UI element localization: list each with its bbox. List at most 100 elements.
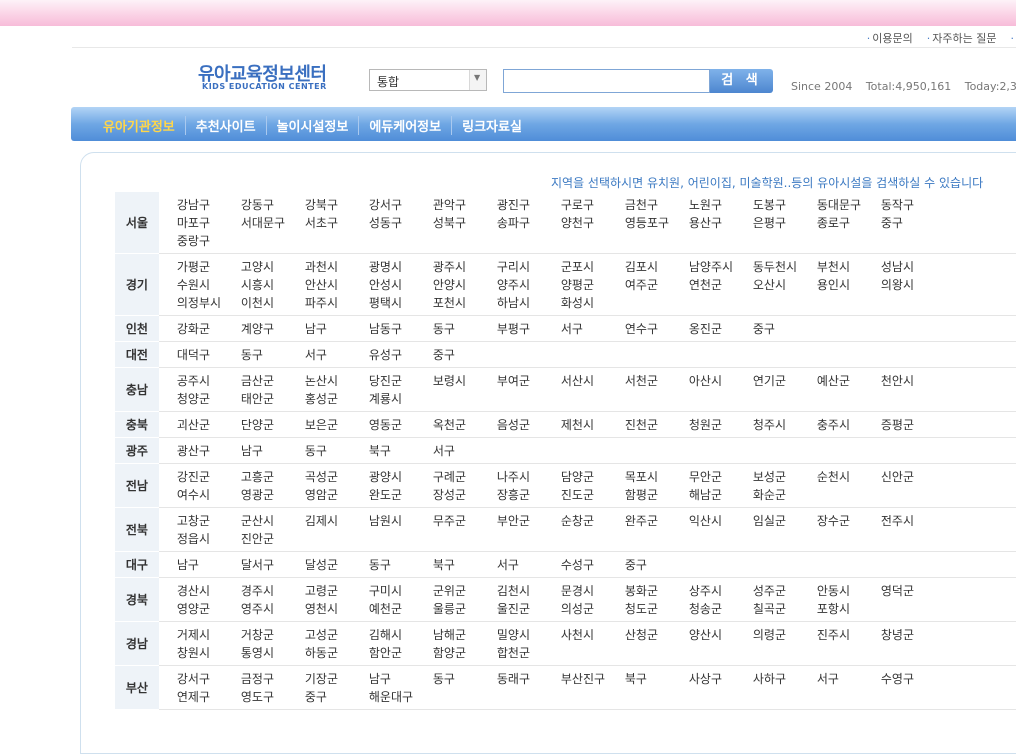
- city-link[interactable]: 예천군: [369, 601, 433, 617]
- city-link[interactable]: 영암군: [305, 487, 369, 503]
- city-link[interactable]: 파주시: [305, 295, 369, 311]
- city-link[interactable]: 양산시: [689, 627, 753, 643]
- city-link[interactable]: 서초구: [305, 215, 369, 231]
- city-link[interactable]: 서구: [817, 671, 881, 687]
- city-link[interactable]: 고흥군: [241, 469, 305, 485]
- city-link[interactable]: 완주군: [625, 513, 689, 529]
- city-link[interactable]: 포천시: [433, 295, 497, 311]
- city-link[interactable]: 동작구: [881, 197, 945, 213]
- nav-item[interactable]: 링크자료실: [451, 116, 532, 135]
- city-link[interactable]: 김천시: [497, 583, 561, 599]
- city-link[interactable]: 북구: [433, 557, 497, 573]
- region-label[interactable]: 인천: [115, 316, 159, 342]
- city-link[interactable]: 순창군: [561, 513, 625, 529]
- city-link[interactable]: 경주시: [241, 583, 305, 599]
- city-link[interactable]: 노원구: [689, 197, 753, 213]
- city-link[interactable]: 울릉군: [433, 601, 497, 617]
- city-link[interactable]: 부천시: [817, 259, 881, 275]
- city-link[interactable]: 중구: [433, 347, 497, 363]
- city-link[interactable]: 부여군: [497, 373, 561, 389]
- city-link[interactable]: 유성구: [369, 347, 433, 363]
- city-link[interactable]: 보성군: [753, 469, 817, 485]
- city-link[interactable]: 영양군: [177, 601, 241, 617]
- city-link[interactable]: 옹진군: [689, 321, 753, 337]
- city-link[interactable]: 사천시: [561, 627, 625, 643]
- city-link[interactable]: 송파구: [497, 215, 561, 231]
- city-link[interactable]: 순천시: [817, 469, 881, 485]
- city-link[interactable]: 남구: [305, 321, 369, 337]
- city-link[interactable]: 음성군: [497, 417, 561, 433]
- city-link[interactable]: 산청군: [625, 627, 689, 643]
- city-link[interactable]: 의성군: [561, 601, 625, 617]
- city-link[interactable]: 남원시: [369, 513, 433, 529]
- city-link[interactable]: 가평군: [177, 259, 241, 275]
- city-link[interactable]: 영천시: [305, 601, 369, 617]
- city-link[interactable]: 신안군: [881, 469, 945, 485]
- city-link[interactable]: 나주시: [497, 469, 561, 485]
- city-link[interactable]: 상주시: [689, 583, 753, 599]
- city-link[interactable]: 강진군: [177, 469, 241, 485]
- city-link[interactable]: 보은군: [305, 417, 369, 433]
- city-link[interactable]: 부산진구: [561, 671, 625, 687]
- city-link[interactable]: 용산구: [689, 215, 753, 231]
- city-link[interactable]: 금정구: [241, 671, 305, 687]
- city-link[interactable]: 장흥군: [497, 487, 561, 503]
- city-link[interactable]: 구리시: [497, 259, 561, 275]
- city-link[interactable]: 영도구: [241, 689, 305, 705]
- city-link[interactable]: 달서구: [241, 557, 305, 573]
- city-link[interactable]: 의왕시: [881, 277, 945, 293]
- city-link[interactable]: 진안군: [241, 531, 305, 547]
- city-link[interactable]: 동구: [433, 321, 497, 337]
- city-link[interactable]: 대덕구: [177, 347, 241, 363]
- region-label[interactable]: 경남: [115, 622, 159, 666]
- city-link[interactable]: 서구: [561, 321, 625, 337]
- city-link[interactable]: 남구: [241, 443, 305, 459]
- city-link[interactable]: 성동구: [369, 215, 433, 231]
- city-link[interactable]: 성주군: [753, 583, 817, 599]
- city-link[interactable]: 연제구: [177, 689, 241, 705]
- city-link[interactable]: 옥천군: [433, 417, 497, 433]
- city-link[interactable]: 영주시: [241, 601, 305, 617]
- city-link[interactable]: 여수시: [177, 487, 241, 503]
- city-link[interactable]: 거창군: [241, 627, 305, 643]
- city-link[interactable]: 성북구: [433, 215, 497, 231]
- city-link[interactable]: 기장군: [305, 671, 369, 687]
- city-link[interactable]: 오산시: [753, 277, 817, 293]
- city-link[interactable]: 양주시: [497, 277, 561, 293]
- city-link[interactable]: 구례군: [433, 469, 497, 485]
- city-link[interactable]: 남동구: [369, 321, 433, 337]
- city-link[interactable]: 합천군: [497, 645, 561, 661]
- city-link[interactable]: 서구: [433, 443, 497, 459]
- city-link[interactable]: 해남군: [689, 487, 753, 503]
- utility-link[interactable]: ·자주하는 질문: [927, 32, 997, 45]
- city-link[interactable]: 양평군: [561, 277, 625, 293]
- city-link[interactable]: 정읍시: [177, 531, 241, 547]
- city-link[interactable]: 광명시: [369, 259, 433, 275]
- city-link[interactable]: 진주시: [817, 627, 881, 643]
- region-label[interactable]: 대전: [115, 342, 159, 368]
- search-button[interactable]: 검 색: [710, 69, 773, 93]
- city-link[interactable]: 아산시: [689, 373, 753, 389]
- city-link[interactable]: 강서구: [369, 197, 433, 213]
- city-link[interactable]: 경산시: [177, 583, 241, 599]
- city-link[interactable]: 해운대구: [369, 689, 433, 705]
- city-link[interactable]: 군산시: [241, 513, 305, 529]
- city-link[interactable]: 연수구: [625, 321, 689, 337]
- city-link[interactable]: 수영구: [881, 671, 945, 687]
- city-link[interactable]: 고양시: [241, 259, 305, 275]
- city-link[interactable]: 중구: [881, 215, 945, 231]
- city-link[interactable]: 청주시: [753, 417, 817, 433]
- region-label[interactable]: 전남: [115, 464, 159, 508]
- city-link[interactable]: 남해군: [433, 627, 497, 643]
- city-link[interactable]: 이천시: [241, 295, 305, 311]
- city-link[interactable]: 구로구: [561, 197, 625, 213]
- city-link[interactable]: 목포시: [625, 469, 689, 485]
- city-link[interactable]: 시흥시: [241, 277, 305, 293]
- region-label[interactable]: 충북: [115, 412, 159, 438]
- city-link[interactable]: 사상구: [689, 671, 753, 687]
- city-link[interactable]: 동래구: [497, 671, 561, 687]
- city-link[interactable]: 예산군: [817, 373, 881, 389]
- city-link[interactable]: 사하구: [753, 671, 817, 687]
- city-link[interactable]: 단양군: [241, 417, 305, 433]
- city-link[interactable]: 군포시: [561, 259, 625, 275]
